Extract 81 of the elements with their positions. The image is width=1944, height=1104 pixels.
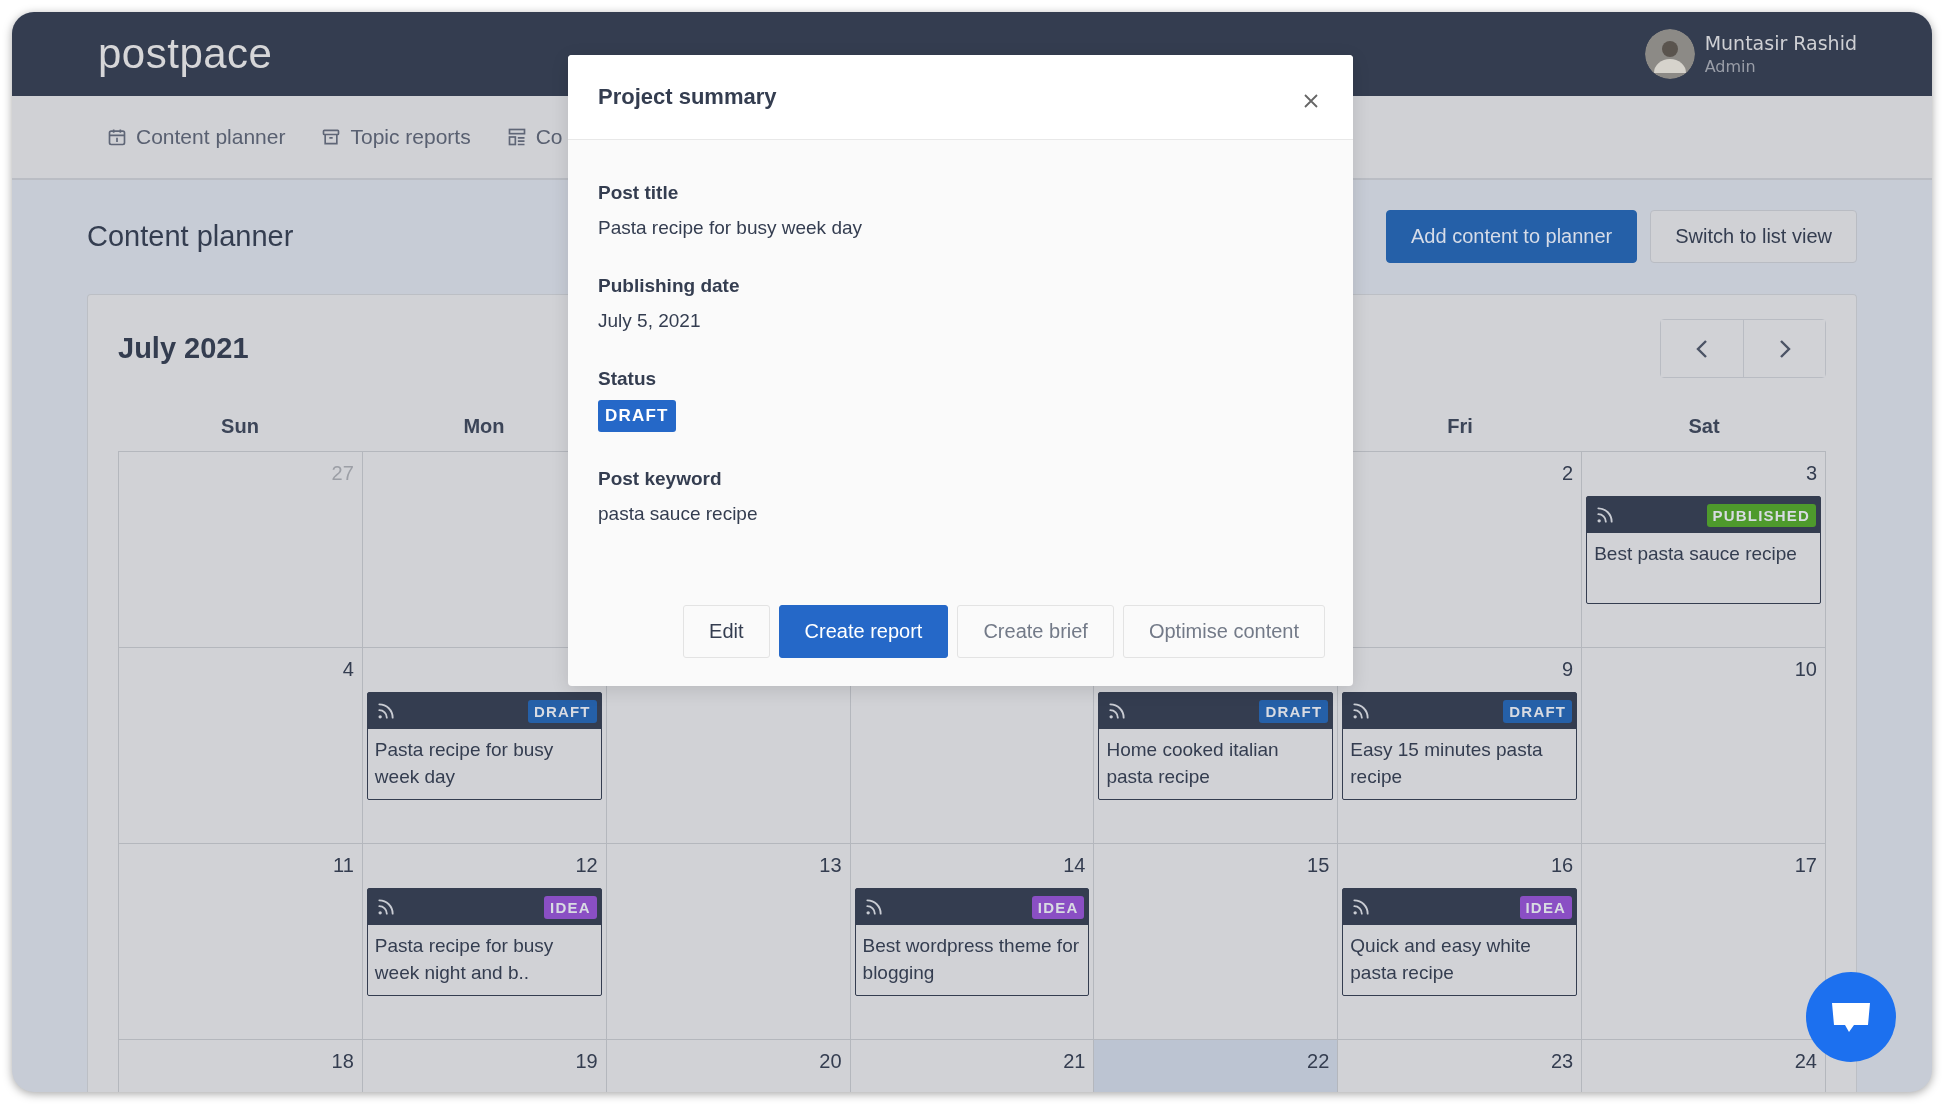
event-card[interactable]: PUBLISHED Best pasta sauce recipe	[1586, 496, 1821, 604]
status-badge: PUBLISHED	[1706, 503, 1816, 527]
view-toggle-button[interactable]: Switch to list view	[1650, 210, 1857, 263]
date-number: 21	[1063, 1049, 1086, 1073]
event-card[interactable]: DRAFT Pasta recipe for busy week day	[366, 692, 602, 800]
calendar-icon	[107, 127, 127, 147]
chevron-right-icon	[1777, 337, 1792, 360]
status-badge: DRAFT	[527, 699, 597, 723]
date-number: 24	[1794, 1049, 1817, 1073]
chevron-left-icon	[1695, 337, 1709, 360]
action-button[interactable]: Edit	[683, 605, 770, 658]
status-badge: DRAFT	[1503, 699, 1573, 723]
avatar	[1644, 29, 1695, 79]
status-badge: IDEA	[1031, 895, 1085, 919]
archive-icon	[321, 127, 342, 147]
field-label: Status	[598, 368, 658, 390]
event-title: Quick and easy white pasta recipe	[1349, 934, 1532, 985]
layout-icon	[506, 127, 527, 147]
event-card[interactable]: DRAFT Home cooked italian pasta recipe	[1098, 692, 1334, 800]
weekday-label: Mon	[463, 415, 505, 438]
add-button[interactable]: Add content to planner	[1386, 210, 1638, 263]
weekday-label: Sat	[1688, 415, 1720, 438]
field-label: Publishing date	[598, 275, 741, 297]
field-value: pasta sauce recipe	[598, 503, 759, 525]
event-title: Home cooked italian pasta recipe	[1105, 738, 1280, 789]
action-button[interactable]: Create report	[778, 605, 949, 658]
event-title: Best wordpress theme for blogging	[861, 934, 1081, 985]
date-number: 9	[1562, 657, 1574, 681]
event-card[interactable]: IDEA Best wordpress theme for blogging	[854, 888, 1090, 996]
field-label: Post keyword	[598, 468, 723, 490]
event-title: Pasta recipe for busy week night and b..	[373, 934, 555, 985]
rss-icon	[1595, 505, 1616, 525]
month-title: July 2021	[118, 332, 249, 365]
event-card[interactable]: DRAFT Easy 15 minutes pasta recipe	[1342, 692, 1578, 800]
user-name: Muntasir Rashid	[1704, 32, 1857, 54]
close-icon	[1303, 93, 1319, 109]
event-card[interactable]: IDEA Quick and easy white pasta recipe	[1342, 888, 1578, 996]
date-number: 14	[1063, 853, 1086, 877]
rss-icon	[1107, 701, 1128, 721]
nav-tab[interactable]: Content planner	[107, 125, 286, 149]
rss-icon	[1351, 701, 1372, 721]
user-role: Admin	[1704, 57, 1757, 76]
field-label: Post title	[598, 182, 680, 204]
action-button[interactable]: Create brief	[957, 605, 1114, 658]
status-badge: DRAFT	[1259, 699, 1329, 723]
date-number: 10	[1794, 657, 1817, 681]
field-value: Pasta recipe for busy week day	[598, 217, 864, 239]
nav-tab[interactable]: Co	[506, 125, 563, 149]
weekday-label: Fri	[1447, 415, 1473, 438]
weekday-label: Sun	[221, 415, 259, 438]
event-title: Best pasta sauce recipe	[1593, 542, 1798, 566]
date-number: 11	[333, 853, 354, 877]
logo: postpace	[98, 30, 273, 78]
date-number: 4	[342, 657, 354, 681]
date-number: 18	[331, 1049, 354, 1073]
nav-tab[interactable]: Topic reports	[321, 125, 471, 149]
action-button[interactable]: Optimise content	[1122, 605, 1325, 658]
date-number: 19	[575, 1049, 598, 1073]
status-badge: IDEA	[1519, 895, 1573, 919]
status-badge: IDEA	[544, 895, 597, 919]
date-number: 12	[575, 853, 598, 877]
rss-icon	[375, 897, 396, 917]
rss-icon	[863, 897, 884, 917]
event-title: Easy 15 minutes pasta recipe	[1349, 738, 1544, 789]
date-number: 13	[819, 853, 842, 877]
date-number: 20	[819, 1049, 842, 1073]
event-card[interactable]: IDEA Pasta recipe for busy week night and b..	[366, 888, 602, 996]
dialog-title: Project summary	[598, 84, 777, 110]
event-title: Pasta recipe for busy week day	[373, 738, 555, 789]
field-value: July 5, 2021	[598, 310, 702, 332]
date-number: 23	[1550, 1049, 1574, 1073]
date-number: 3	[1805, 461, 1817, 485]
rss-icon	[1351, 897, 1372, 917]
rss-icon	[375, 701, 396, 721]
date-number: 2	[1562, 461, 1574, 485]
date-number: 22	[1307, 1049, 1330, 1073]
date-number: 16	[1550, 853, 1574, 877]
date-number: 15	[1307, 853, 1330, 877]
page-title: Content planner	[87, 220, 294, 253]
status-badge: DRAFT	[598, 400, 676, 432]
date-number: 17	[1794, 853, 1817, 877]
